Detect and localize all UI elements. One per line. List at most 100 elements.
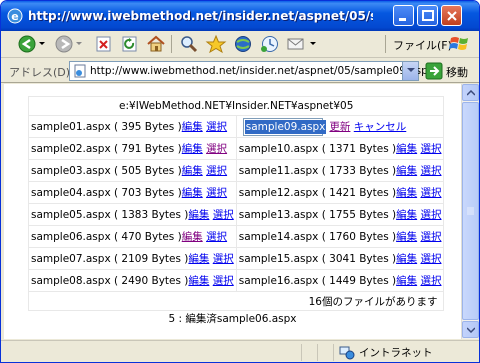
ie-icon: e	[7, 8, 23, 24]
minimize-button[interactable]	[393, 5, 414, 26]
svg-text:e: e	[11, 10, 18, 23]
history-icon[interactable]	[259, 34, 281, 54]
status-pane	[301, 344, 302, 361]
vertical-scrollbar[interactable]	[461, 84, 479, 339]
edit-link[interactable]: 編集	[188, 253, 209, 265]
minimize-icon	[399, 18, 406, 21]
media-icon[interactable]	[232, 34, 254, 54]
address-dropdown-button[interactable]	[402, 62, 418, 80]
mail-icon[interactable]	[285, 34, 307, 54]
file-menu[interactable]: ファイル(F)	[393, 37, 452, 53]
edit-link[interactable]: 編集	[182, 187, 203, 199]
edit-link[interactable]: 編集	[396, 275, 417, 287]
select-link[interactable]: 選択	[420, 187, 441, 199]
go-button-label[interactable]: 移動	[446, 64, 468, 80]
page-icon	[74, 64, 86, 78]
search-icon[interactable]	[178, 34, 200, 54]
file-cell: sample02.aspx ( 791 Bytes )編集 選択	[28, 137, 237, 160]
table-row: sample03.aspx ( 505 Bytes )編集 選択 sample1…	[28, 159, 445, 182]
select-link[interactable]: 選択	[420, 275, 441, 287]
scroll-down-button[interactable]	[462, 321, 479, 338]
refresh-icon[interactable]	[119, 34, 141, 54]
file-name: sample14.aspx ( 1760 Bytes )	[238, 231, 397, 243]
edit-link[interactable]: 編集	[396, 253, 417, 265]
edit-link[interactable]: 編集	[182, 165, 203, 177]
select-link[interactable]: 選択	[213, 253, 234, 265]
scroll-thumb[interactable]	[462, 102, 479, 320]
update-link[interactable]: 更新	[329, 121, 350, 133]
security-zone: イントラネット	[359, 347, 433, 359]
edit-link[interactable]: 編集	[182, 121, 203, 133]
status-bar: イントラネット	[1, 340, 479, 362]
edit-link[interactable]: 編集	[396, 209, 417, 221]
select-link[interactable]: 選択	[213, 209, 234, 221]
select-link[interactable]: 選択	[213, 275, 234, 287]
address-field[interactable]: http://www.iwebmethod.net/insider.net/as…	[69, 61, 434, 81]
file-cell: sample05.aspx ( 1383 Bytes )編集 選択	[28, 203, 237, 226]
favorites-icon[interactable]	[205, 34, 227, 54]
back-icon[interactable]	[17, 34, 39, 54]
maximize-button[interactable]	[417, 5, 438, 26]
window-title: http://www.iwebmethod.net/insider.net/as…	[28, 9, 373, 23]
edit-link[interactable]: 編集	[188, 275, 209, 287]
edit-link[interactable]: 編集	[396, 231, 417, 243]
edit-link[interactable]: 編集	[188, 209, 209, 221]
scroll-up-button[interactable]	[462, 84, 479, 101]
file-cell: sample04.aspx ( 703 Bytes )編集 選択	[28, 181, 237, 204]
close-button[interactable]	[441, 5, 462, 26]
select-link[interactable]: 選択	[420, 165, 441, 177]
select-link[interactable]: 選択	[420, 209, 441, 221]
table-row: sample05.aspx ( 1383 Bytes )編集 選択 sample…	[28, 203, 445, 226]
url-text[interactable]: http://www.iwebmethod.net/insider.net/as…	[90, 65, 434, 77]
select-link[interactable]: 選択	[206, 187, 227, 199]
edit-link[interactable]: 編集	[396, 165, 417, 177]
stop-icon[interactable]	[93, 34, 115, 54]
file-name: sample04.aspx ( 703 Bytes )	[31, 187, 182, 199]
close-icon	[447, 11, 457, 21]
file-name: sample02.aspx ( 791 Bytes )	[31, 143, 182, 155]
mail-dropdown-icon[interactable]	[310, 41, 316, 47]
file-cell: sample01.aspx ( 395 Bytes )編集 選択	[28, 115, 237, 138]
edit-link[interactable]: 編集	[182, 143, 203, 155]
toolbar-separator	[171, 35, 172, 53]
edit-status-message: 5 : 編集済sample06.aspx	[168, 313, 297, 325]
forward-dropdown-icon[interactable]	[76, 41, 82, 47]
table-row: sample02.aspx ( 791 Bytes )編集 選択 sample1…	[28, 137, 445, 160]
forward-icon[interactable]	[54, 34, 76, 54]
maximize-icon	[422, 10, 434, 21]
file-name: sample06.aspx ( 470 Bytes )	[31, 231, 182, 243]
file-name: sample10.aspx ( 1371 Bytes )	[238, 143, 397, 155]
file-cell: sample08.aspx ( 2490 Bytes )編集 選択	[28, 269, 237, 292]
filename-edit-value: sample09.aspx	[244, 119, 327, 134]
file-cell: sample10.aspx ( 1371 Bytes )編集 選択	[235, 137, 445, 160]
file-cell: sample16.aspx ( 1449 Bytes )編集 選択	[235, 269, 445, 292]
edit-link[interactable]: 編集	[396, 143, 417, 155]
title-bar: e http://www.iwebmethod.net/insider.net/…	[1, 1, 479, 31]
edit-link[interactable]: 編集	[396, 187, 417, 199]
go-icon[interactable]	[425, 62, 443, 80]
file-table: e:¥IWebMethod.NET¥Insider.NET¥aspnet¥05 …	[27, 96, 445, 311]
select-link[interactable]: 選択	[420, 143, 441, 155]
select-link[interactable]: 選択	[206, 231, 227, 243]
file-count: 16個のファイルがあります	[27, 291, 445, 311]
file-name: sample11.aspx ( 1733 Bytes )	[238, 165, 397, 177]
intranet-icon	[339, 346, 355, 360]
status-pane	[333, 344, 334, 361]
file-cell: sample07.aspx ( 2109 Bytes )編集 選択	[28, 247, 237, 270]
select-link[interactable]: 選択	[420, 231, 441, 243]
table-row: sample06.aspx ( 470 Bytes )編集 選択 sample1…	[28, 225, 445, 248]
file-cell: sample11.aspx ( 1733 Bytes )編集 選択	[235, 159, 445, 182]
file-cell: sample13.aspx ( 1755 Bytes )編集 選択	[235, 203, 445, 226]
cancel-link[interactable]: キャンセル	[354, 121, 407, 133]
filename-edit-input[interactable]: sample09.aspx	[242, 117, 327, 136]
back-dropdown-icon[interactable]	[39, 41, 45, 47]
chevron-down-icon	[467, 327, 475, 333]
select-link[interactable]: 選択	[206, 143, 227, 155]
select-link[interactable]: 選択	[206, 121, 227, 133]
select-link[interactable]: 選択	[420, 253, 441, 265]
file-name: sample12.aspx ( 1421 Bytes )	[238, 187, 397, 199]
home-icon[interactable]	[145, 34, 167, 54]
file-cell: sample14.aspx ( 1760 Bytes )編集 選択	[235, 225, 445, 248]
select-link[interactable]: 選択	[206, 165, 227, 177]
edit-link[interactable]: 編集	[182, 231, 203, 243]
